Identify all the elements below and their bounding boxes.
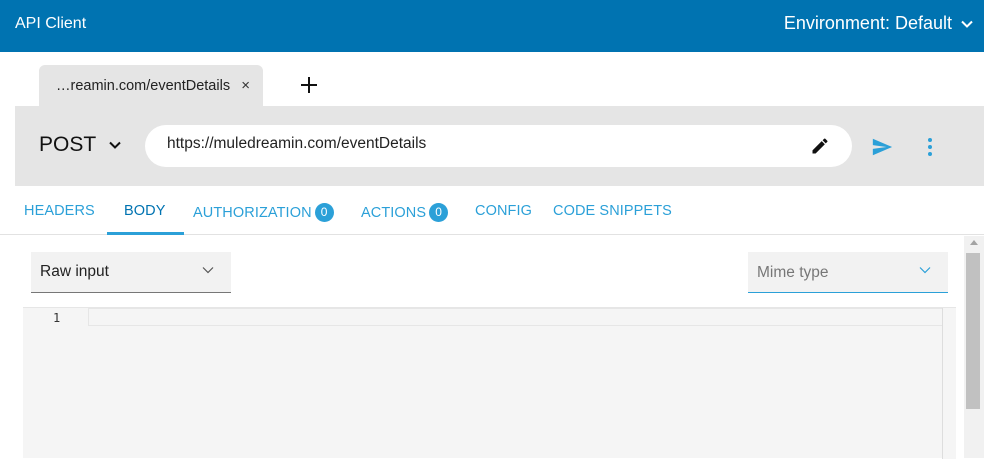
tab-code-snippets-label: CODE SNIPPETS bbox=[553, 203, 672, 219]
pencil-icon[interactable] bbox=[810, 136, 830, 156]
method-selector[interactable]: POST bbox=[39, 133, 122, 157]
active-line[interactable] bbox=[88, 308, 943, 326]
app-title: API Client bbox=[15, 15, 87, 32]
tab-code-snippets[interactable]: CODE SNIPPETS bbox=[553, 203, 672, 219]
count-badge: 0 bbox=[314, 203, 334, 222]
editor-mode-select[interactable]: Raw input bbox=[31, 252, 231, 293]
tab-body-label: BODY bbox=[124, 203, 166, 219]
tab-authorization-label: AUTHORIZATION bbox=[193, 204, 312, 221]
tab-config[interactable]: CONFIG bbox=[475, 203, 532, 219]
tab-authorization[interactable]: AUTHORIZATION 0 bbox=[193, 203, 334, 222]
chevron-down-icon bbox=[961, 20, 973, 28]
editor-mode-value: Raw input bbox=[40, 263, 109, 280]
tab-headers[interactable]: HEADERS bbox=[24, 203, 95, 219]
request-section-tabs: HEADERS BODY AUTHORIZATION 0 ACTIONS 0 C… bbox=[0, 186, 984, 235]
plus-icon[interactable] bbox=[298, 74, 320, 96]
page-scrollbar[interactable] bbox=[964, 236, 984, 458]
request-bar: POST bbox=[15, 106, 984, 186]
chevron-down-icon bbox=[202, 267, 214, 274]
request-tab-label: …reamin.com/eventDetails bbox=[56, 77, 231, 94]
chevron-down-icon bbox=[919, 267, 931, 274]
url-input[interactable] bbox=[167, 135, 787, 153]
request-tab[interactable]: …reamin.com/eventDetails × bbox=[39, 65, 263, 106]
environment-label: Environment: Default bbox=[783, 13, 952, 33]
environment-selector[interactable]: Environment: Default bbox=[784, 13, 974, 34]
scroll-up-arrow-icon[interactable] bbox=[970, 240, 978, 245]
tab-headers-label: HEADERS bbox=[24, 203, 95, 219]
send-icon[interactable] bbox=[871, 136, 893, 158]
line-number: 1 bbox=[53, 311, 61, 325]
app-header: API Client Environment: Default bbox=[0, 0, 984, 52]
method-label: POST bbox=[39, 133, 97, 156]
url-field bbox=[145, 125, 852, 167]
body-code-editor[interactable]: 1 bbox=[23, 307, 956, 459]
tab-actions-label: ACTIONS bbox=[361, 204, 427, 221]
more-vertical-icon[interactable] bbox=[923, 136, 937, 158]
tab-body[interactable]: BODY bbox=[124, 203, 166, 219]
request-tab-strip: …reamin.com/eventDetails × bbox=[0, 52, 984, 106]
scroll-thumb[interactable] bbox=[966, 253, 980, 409]
count-badge: 0 bbox=[429, 203, 449, 222]
tab-config-label: CONFIG bbox=[475, 203, 532, 219]
tab-actions[interactable]: ACTIONS 0 bbox=[361, 203, 449, 222]
chevron-down-icon bbox=[109, 141, 121, 149]
editor-scrollbar[interactable] bbox=[942, 308, 956, 459]
mime-type-select[interactable]: Mime type bbox=[748, 252, 948, 293]
mime-type-placeholder: Mime type bbox=[757, 264, 829, 281]
active-tab-indicator bbox=[107, 232, 184, 235]
close-icon[interactable]: × bbox=[241, 77, 250, 94]
